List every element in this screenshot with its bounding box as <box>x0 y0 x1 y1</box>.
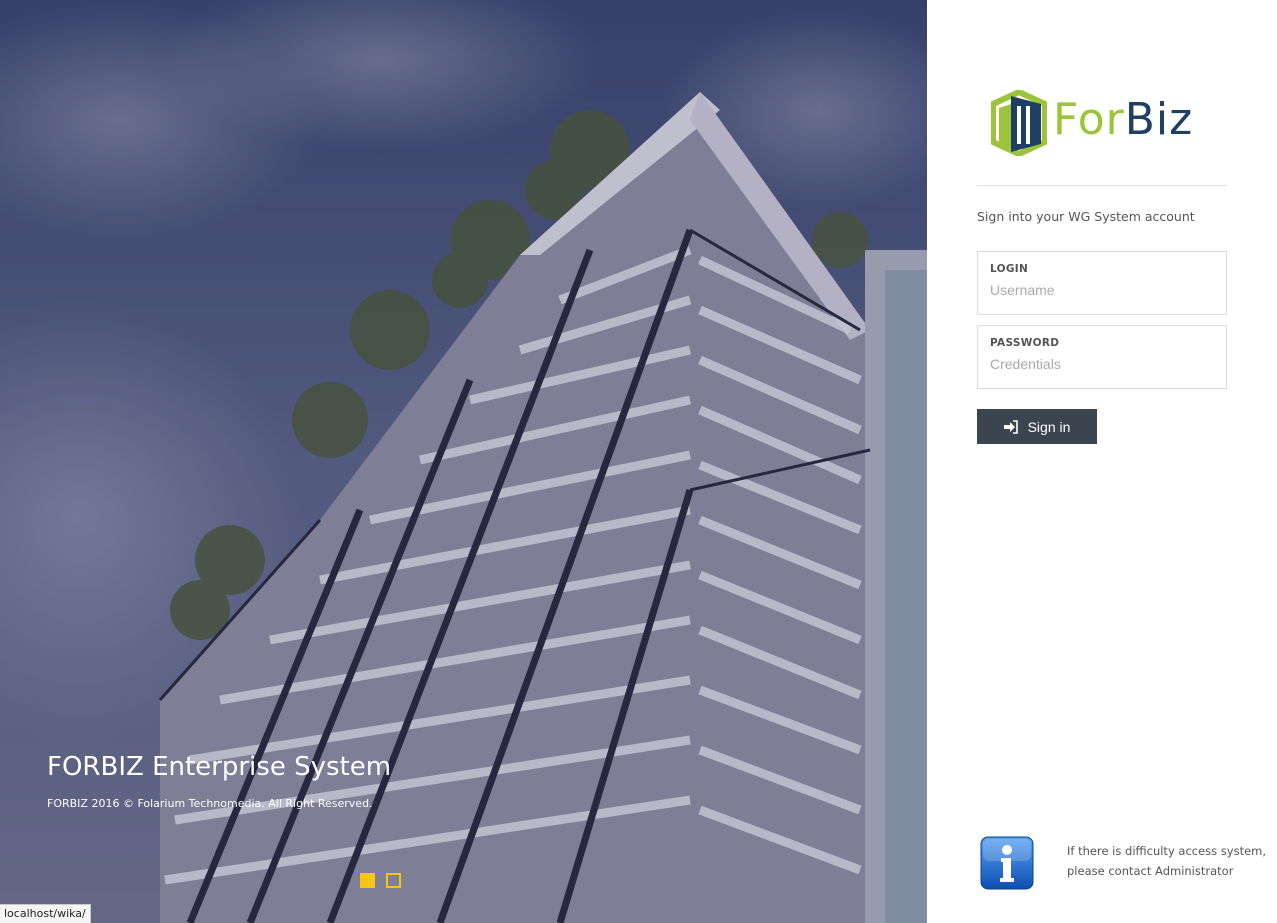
info-icon <box>980 836 1034 890</box>
slide-indicator-2[interactable] <box>386 873 401 888</box>
password-input[interactable] <box>990 353 1215 375</box>
slide-indicator-1[interactable] <box>360 873 375 888</box>
username-label: LOGIN <box>990 263 1029 275</box>
sign-in-label: Sign in <box>1027 418 1071 435</box>
help-message: If there is difficulty access system, pl… <box>1067 841 1266 881</box>
hero-title: FORBIZ Enterprise System <box>47 752 392 782</box>
forbiz-logo: ForBiz <box>991 90 1221 160</box>
username-field[interactable]: LOGIN <box>977 251 1227 315</box>
login-panel: ForBiz Sign into your WG System account … <box>927 0 1277 923</box>
divider <box>977 185 1227 186</box>
help-line-1: If there is difficulty access system, <box>1067 844 1267 858</box>
logo-wordmark: ForBiz <box>1053 94 1193 145</box>
password-label: PASSWORD <box>990 337 1060 349</box>
status-bar-url: localhost/wika/ <box>0 904 91 923</box>
logo-wordmark-biz: Biz <box>1124 94 1194 145</box>
logo-mark-icon <box>991 90 1047 156</box>
hero-panel: FORBIZ Enterprise System FORBIZ 2016 © F… <box>0 0 927 923</box>
signin-prompt: Sign into your WG System account <box>977 209 1195 224</box>
password-field[interactable]: PASSWORD <box>977 325 1227 389</box>
copyright-text: FORBIZ 2016 © Folarium Technomedia. All … <box>47 797 373 810</box>
help-line-2: please contact Administrator <box>1067 864 1234 878</box>
building-background-image <box>0 0 927 923</box>
sign-in-button[interactable]: Sign in <box>977 409 1097 444</box>
sign-in-icon <box>1003 419 1020 434</box>
username-input[interactable] <box>990 279 1215 301</box>
logo-wordmark-for: For <box>1053 94 1125 145</box>
